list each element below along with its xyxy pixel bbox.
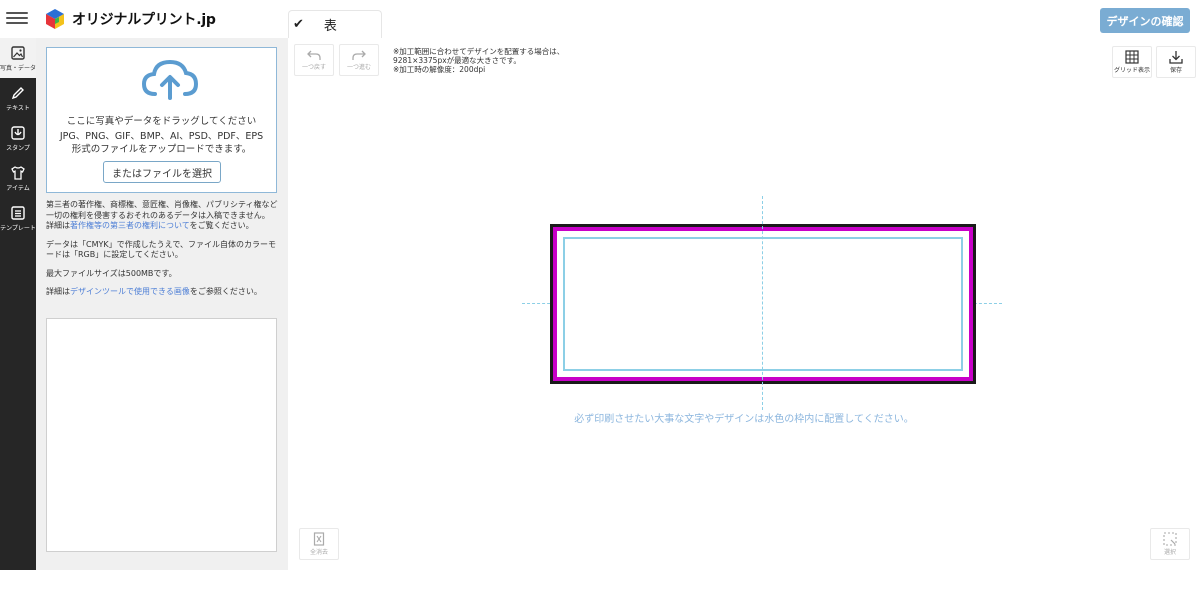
rail-item-label: テンプレート — [0, 224, 36, 232]
grid-icon — [1125, 50, 1139, 64]
rail-item-photo[interactable]: 写真・データ — [0, 38, 36, 78]
note-suffix: をご参照ください。 — [189, 287, 262, 296]
clear-all-button[interactable]: 全消去 — [299, 528, 339, 560]
download-icon — [1169, 51, 1183, 64]
usable-images-link[interactable]: デザインツールで使用できる画像 — [70, 287, 190, 296]
supported-formats-note: 形式のファイルをアップロードできます。 — [71, 144, 252, 155]
clear-all-label: 全消去 — [309, 549, 328, 556]
menu-icon[interactable] — [6, 9, 28, 27]
confirm-design-button[interactable]: デザインの確認 — [1100, 8, 1190, 33]
note-suffix: をご覧ください。 — [189, 221, 254, 230]
rail-item-label: アイテム — [6, 184, 30, 192]
save-button[interactable]: 保存 — [1156, 46, 1196, 78]
note-copyright-text: 第三者の著作権、商標権、意匠権、肖像権、パブリシティ権など一切の権利を侵害するお… — [46, 200, 278, 220]
tab-front[interactable]: ✔ 表 — [288, 10, 382, 38]
image-icon — [11, 45, 25, 60]
cloud-upload-icon — [141, 59, 199, 100]
note-max-size: 最大ファイルサイズは500MBです。 — [46, 268, 177, 278]
design-canvas[interactable]: 一つ戻す 一つ進む ※加工範囲に合わせてデザインを配置する場合は、 9281×3… — [288, 38, 1200, 570]
note-copyright: 第三者の著作権、商標権、意匠権、肖像権、パブリシティ権など一切の権利を侵害するお… — [46, 200, 278, 232]
redo-icon — [352, 50, 366, 60]
print-area[interactable] — [550, 224, 976, 384]
check-icon: ✔ — [293, 17, 304, 32]
size-note-line: ※加工範囲に合わせてデザインを配置する場合は、 — [393, 47, 565, 56]
note-images: 詳細はデザインツールで使用できる画像をご参照ください。 — [46, 287, 278, 298]
logo-cube-icon — [46, 9, 64, 29]
select-file-button[interactable]: またはファイルを選択 — [103, 161, 221, 183]
stamp-icon — [11, 125, 25, 140]
tab-front-label: 表 — [323, 19, 337, 34]
file-dropzone[interactable]: ここに写真やデータをドラッグしてください JPG、PNG、GIF、BMP、AI、… — [46, 47, 277, 193]
redo-label: 一つ進む — [346, 64, 371, 71]
note-prefix: 詳細は — [46, 287, 70, 296]
rail-item-item[interactable]: アイテム — [0, 158, 36, 198]
note-cmyk: データは「CMYK」で作成したうえで、ファイル自体のカラーモードは「RGB」に設… — [46, 239, 277, 260]
select-tool-button[interactable]: 選択 — [1150, 528, 1190, 560]
undo-label: 一つ戻す — [301, 64, 326, 71]
select-label: 選択 — [1163, 549, 1176, 556]
undo-icon — [307, 50, 321, 60]
logo-text: オリジナルプリント.jp — [72, 12, 216, 28]
top-bar: オリジナルプリント.jp ✔ 表 デザインの確認 — [0, 0, 1200, 39]
redo-button[interactable]: 一つ進む — [339, 44, 379, 76]
pencil-icon — [11, 86, 24, 99]
rail-item-template[interactable]: テンプレート — [0, 198, 36, 238]
logo[interactable]: オリジナルプリント.jp — [44, 6, 216, 32]
upload-panel: ここに写真やデータをドラッグしてください JPG、PNG、GIF、BMP、AI、… — [36, 38, 288, 570]
resolution-note: ※加工時の解像度：200dpi — [393, 65, 486, 74]
template-icon — [11, 205, 25, 220]
drop-instruction: ここに写真やデータをドラッグしてください — [66, 116, 257, 127]
canvas-size-note: ※加工範囲に合わせてデザインを配置する場合は、 9281×3375pxが最適な大… — [393, 47, 564, 74]
rail-item-label: スタンプ — [6, 144, 30, 152]
tshirt-icon — [11, 165, 25, 180]
trash-icon — [313, 532, 325, 546]
uploaded-images-list[interactable] — [46, 318, 277, 552]
rail-item-text[interactable]: テキスト — [0, 78, 36, 118]
save-label: 保存 — [1169, 67, 1182, 74]
rail-item-label: テキスト — [6, 104, 30, 112]
grid-label: グリッド表示 — [1113, 67, 1150, 74]
rail-item-label: 写真・データ — [0, 64, 37, 72]
center-guide-vertical — [762, 196, 763, 410]
size-note-line: 9281×3375pxが最適な大きさです。 — [393, 56, 521, 65]
upload-notes: 第三者の著作権、商標権、意匠権、肖像権、パブリシティ権など一切の権利を侵害するお… — [46, 200, 278, 306]
rail-item-stamp[interactable]: スタンプ — [0, 118, 36, 158]
undo-button[interactable]: 一つ戻す — [294, 44, 334, 76]
select-icon — [1163, 532, 1177, 546]
copyright-link[interactable]: 著作権等の第三者の権利について — [70, 221, 190, 230]
note-prefix: 詳細は — [46, 221, 70, 230]
tool-rail: 写真・データ テキスト スタンプ アイテム テンプレート — [0, 38, 36, 570]
grid-toggle-button[interactable]: グリッド表示 — [1112, 46, 1152, 78]
safe-area-note: 必ず印刷させたい大事な文字やデザインは水色の枠内に配置してください。 — [574, 414, 914, 425]
supported-formats: JPG、PNG、GIF、BMP、AI、PSD、PDF、EPS — [59, 131, 264, 142]
